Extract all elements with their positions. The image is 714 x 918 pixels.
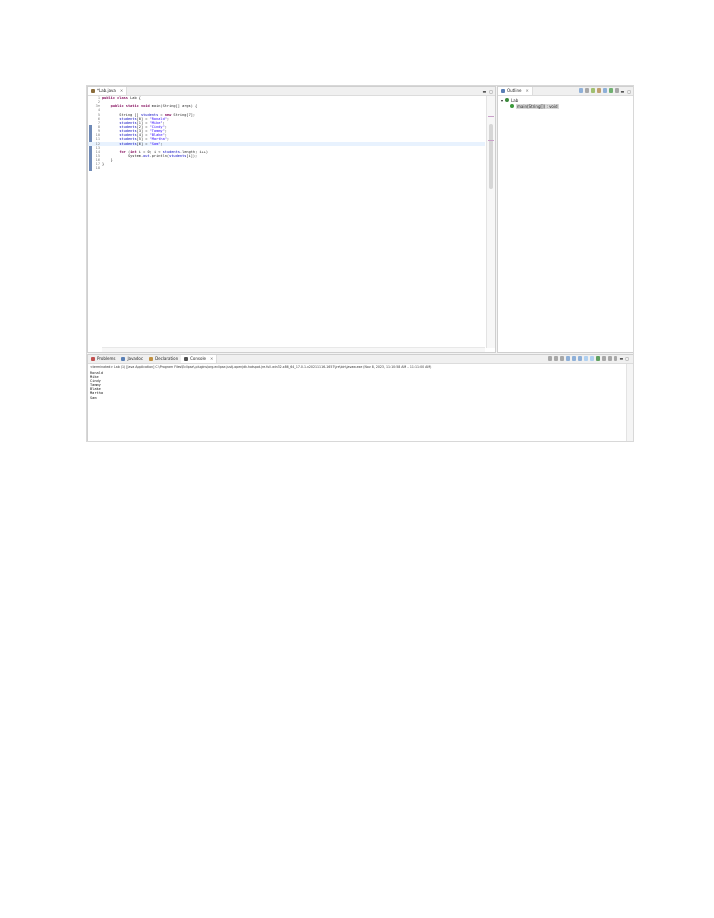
- tab-problems-label: Problems: [97, 356, 116, 361]
- maximize-icon[interactable]: ▢: [625, 356, 629, 361]
- console-status-line: <terminated> Lab (1) [Java Application] …: [90, 365, 432, 369]
- editor-tabbar: *Lab.java ✕ ▬ ▢: [88, 87, 495, 96]
- close-icon[interactable]: ✕: [210, 355, 213, 363]
- outline-tree: ▾ Lab main(String[]) : void: [501, 97, 559, 109]
- hide-fields-icon[interactable]: [591, 88, 595, 93]
- maximize-icon[interactable]: ▢: [489, 89, 493, 94]
- problems-icon: [91, 357, 95, 361]
- console-panel: Problems Javadoc Declaration Console ✕ ▬…: [87, 354, 633, 441]
- outline-method-node[interactable]: main(String[]) : void: [501, 103, 559, 109]
- console-output-line: Martha: [90, 391, 103, 396]
- java-file-icon: [91, 89, 95, 93]
- remove-launch-icon[interactable]: [554, 356, 559, 361]
- console-vertical-scrollbar[interactable]: [626, 364, 633, 441]
- tab-lab-java-label: *Lab.java: [97, 88, 116, 93]
- word-wrap-icon[interactable]: [578, 356, 583, 361]
- minimize-icon[interactable]: ▬: [619, 356, 623, 361]
- tab-console[interactable]: Console ✕: [181, 355, 218, 363]
- code-line[interactable]: 18: [88, 166, 485, 170]
- close-icon[interactable]: ✕: [525, 87, 528, 95]
- open-console-icon[interactable]: [608, 356, 613, 361]
- line-number: 18: [95, 166, 100, 171]
- console-output-line: Sam: [90, 395, 97, 400]
- view-menu-icon[interactable]: [615, 88, 619, 93]
- close-icon[interactable]: ✕: [120, 87, 123, 95]
- javadoc-icon: [121, 357, 126, 361]
- tab-javadoc[interactable]: Javadoc: [118, 355, 146, 363]
- outline-panel: Outline ✕ ▬ ▢ ▾ Lab main(String[]): voi…: [497, 86, 633, 353]
- clear-console-icon[interactable]: [566, 356, 571, 361]
- outline-method-label: main(String[]) : void: [516, 103, 559, 109]
- sort-icon[interactable]: [585, 88, 589, 93]
- editor-panel: *Lab.java ✕ ▬ ▢ 1 public class Lab {2 3⊖ p…: [87, 86, 496, 353]
- editor-horizontal-scrollbar[interactable]: [102, 347, 485, 352]
- code-area[interactable]: 1 public class Lab {2 3⊖ public static voi…: [88, 96, 485, 171]
- bottom-tabbar: Problems Javadoc Declaration Console ✕ ▬…: [88, 355, 633, 364]
- public-method-icon: [510, 104, 514, 108]
- terminate-icon[interactable]: [548, 356, 553, 361]
- show-stdout-icon[interactable]: [584, 356, 589, 361]
- view-menu-icon[interactable]: [614, 356, 618, 361]
- outline-window-controls: ▬ ▢: [620, 87, 631, 95]
- display-console-icon[interactable]: [602, 356, 607, 361]
- editor-window-controls: ▬ ▢: [482, 87, 493, 95]
- overview-mark: [488, 140, 494, 141]
- outline-tabbar: Outline ✕ ▬ ▢: [498, 87, 633, 96]
- tab-outline-label: Outline: [507, 88, 522, 93]
- class-icon: [505, 98, 510, 102]
- eclipse-window: *Lab.java ✕ ▬ ▢ 1 public class Lab {2 3⊖ p…: [86, 85, 634, 442]
- pin-console-icon[interactable]: [596, 356, 601, 361]
- tab-problems[interactable]: Problems: [88, 355, 118, 363]
- collapse-all-icon[interactable]: [579, 88, 583, 93]
- remove-all-icon[interactable]: [560, 356, 565, 361]
- console-toolbar: ▬ ▢: [548, 356, 629, 361]
- chevron-down-icon[interactable]: ▾: [501, 98, 503, 103]
- hide-nonpublic-icon[interactable]: [603, 88, 607, 93]
- tab-javadoc-label: Javadoc: [127, 356, 144, 361]
- tab-console-label: Console: [190, 356, 207, 361]
- console-output: Ronald Mike Cindy Tammy Blake Martha Sam: [90, 371, 103, 400]
- scrollbar-thumb[interactable]: [489, 124, 493, 189]
- minimize-icon[interactable]: ▬: [620, 89, 624, 94]
- console-icon: [184, 357, 189, 361]
- declaration-icon: [149, 357, 154, 361]
- show-stderr-icon[interactable]: [590, 356, 595, 361]
- hide-static-icon[interactable]: [597, 88, 601, 93]
- minimize-icon[interactable]: ▬: [482, 89, 486, 94]
- tab-declaration[interactable]: Declaration: [146, 355, 181, 363]
- maximize-icon[interactable]: ▢: [627, 89, 631, 94]
- scroll-lock-icon[interactable]: [572, 356, 577, 361]
- hide-local-types-icon[interactable]: [609, 88, 613, 93]
- tab-outline[interactable]: Outline ✕: [498, 87, 533, 95]
- tab-declaration-label: Declaration: [155, 356, 179, 361]
- tab-lab-java[interactable]: *Lab.java ✕: [88, 87, 128, 95]
- outline-icon: [501, 89, 505, 93]
- overview-mark: [488, 116, 494, 117]
- outline-class-label: Lab: [511, 97, 519, 103]
- outline-toolbar: [579, 88, 619, 93]
- editor-vertical-scrollbar[interactable]: [486, 96, 495, 348]
